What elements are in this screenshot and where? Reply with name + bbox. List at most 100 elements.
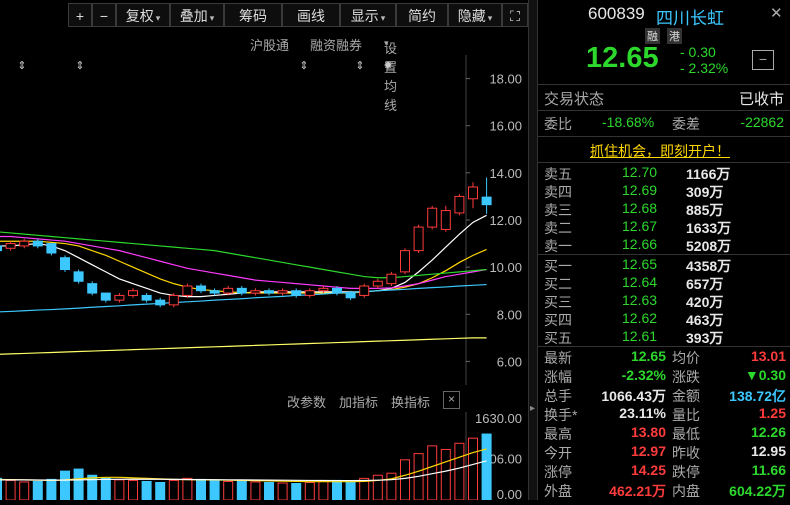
volume-bar (468, 437, 478, 501)
stats-row: 涨停 14.25 跌停 11.66 (538, 462, 790, 482)
close-icon[interactable]: × (443, 391, 460, 409)
price-change-pct: - 2.32% (680, 60, 729, 76)
minimize-button[interactable]: − (752, 50, 774, 70)
candle-body (223, 287, 234, 294)
stat-value: 13.01 (750, 348, 786, 364)
price-chart-svg: 18.00 16.00 14.00 12.00 10.00 8.00 6.00 ⇕ ⇕ ⇕ ⇕ ✸ (0, 55, 522, 385)
price-tick-label: 16.00 (489, 119, 522, 134)
weicha-value: -22862 (740, 114, 784, 130)
hugutong-link[interactable]: 沪股通 (250, 35, 289, 54)
orderbook-price: 12.68 (622, 200, 658, 216)
candle-body (400, 250, 410, 273)
jianyue-button[interactable]: 简约 (396, 3, 448, 27)
volume-bar (73, 468, 84, 501)
orderbook-row[interactable]: 买三 12.63 420万 (538, 292, 790, 312)
candle-body (141, 294, 152, 301)
zoom-in-button[interactable]: + (68, 3, 92, 27)
volume-chart[interactable]: 1630.00 806.00 0.00 (0, 411, 528, 502)
volume-bar (100, 477, 111, 501)
panel-divider[interactable] (528, 0, 538, 500)
quote-panel: 600839 四川长虹 ✕ 融 港 12.65 - 0.30 - 2.32% −… (538, 0, 790, 500)
ma-line-5 (0, 337, 487, 355)
candle-body (32, 240, 43, 247)
price-tick-label: 8.00 (497, 307, 522, 322)
orderbook-row[interactable]: 买五 12.61 393万 (538, 328, 790, 348)
divider (538, 162, 790, 163)
xianshi-label: 显示 (350, 8, 379, 24)
candle-body (46, 243, 57, 254)
stats-row: 涨幅 -2.32% 涨跌 ▼0.30 (538, 367, 790, 387)
stats-row: 最新 12.65 均价 13.01 (538, 348, 790, 368)
weicha-label: 委差 (672, 116, 700, 132)
stat-value: 138.72亿 (729, 388, 786, 404)
switch-indicator-button[interactable]: 换指标 (391, 392, 430, 411)
volume-bar (87, 474, 98, 501)
volume-bar (372, 474, 383, 501)
candle-body (236, 287, 247, 294)
volume-bar (386, 472, 397, 501)
volume-bar (46, 478, 57, 501)
candle-body (264, 290, 274, 294)
orderbook-row[interactable]: 卖一 12.66 5208万 (538, 236, 790, 256)
orderbook-row[interactable]: 买四 12.62 463万 (538, 310, 790, 330)
add-indicator-button[interactable]: 加指标 (339, 392, 378, 411)
candle-body (332, 287, 342, 294)
stat-value: 1.25 (758, 405, 786, 421)
stat-label: 涨跌 (672, 369, 700, 385)
orderbook-price: 12.63 (622, 292, 658, 308)
stat-value: 462.21万 (609, 483, 666, 499)
candle-body (318, 287, 329, 292)
volume-bar (454, 442, 465, 501)
volume-bar (182, 477, 193, 501)
fuquan-dropdown[interactable]: 复权 ▾ (116, 3, 170, 27)
orderbook-label: 卖二 (544, 220, 572, 236)
orderbook-row[interactable]: 卖四 12.69 309万 (538, 182, 790, 202)
candle-body (345, 292, 356, 299)
divider (538, 84, 790, 85)
yincang-dropdown[interactable]: 隐藏 ▾ (448, 3, 502, 27)
volume-bar (5, 479, 16, 501)
stat-label: 涨幅 (544, 369, 572, 385)
volume-bar (155, 481, 166, 501)
promo-banner[interactable]: 抓住机会，即刻开户！ (538, 141, 790, 161)
collapse-panel-icon[interactable]: ▸ (530, 403, 535, 414)
orderbook-row[interactable]: 买一 12.65 4358万 (538, 256, 790, 276)
stat-value: 11.66 (751, 462, 786, 478)
orderbook-volume: 1633万 (686, 220, 732, 236)
orderbook-row[interactable]: 买二 12.64 657万 (538, 274, 790, 294)
candle-body (168, 294, 179, 306)
huaxian-button[interactable]: 画线 (282, 3, 340, 27)
stat-value: 12.97 (630, 443, 666, 459)
stats-row: 换手* 23.11% 量比 1.25 (538, 405, 790, 425)
orderbook-label: 买三 (544, 294, 572, 310)
close-icon[interactable]: ✕ (770, 4, 783, 22)
candle-body (440, 210, 451, 230)
volume-bar (400, 459, 410, 501)
status-row: 交易状态 已收市 (538, 88, 790, 108)
xianshi-dropdown[interactable]: 显示 ▾ (340, 3, 396, 27)
open-account-link[interactable]: 抓住机会，即刻开户！ (590, 141, 730, 161)
fullscreen-icon[interactable]: ⛶ (502, 3, 528, 27)
rongzi-link[interactable]: 融资融券 (310, 35, 362, 54)
status-value: 已收市 (738, 91, 784, 108)
zoom-out-button[interactable]: − (92, 3, 116, 27)
diejia-dropdown[interactable]: 叠加 ▾ (170, 3, 224, 27)
orderbook-row[interactable]: 卖二 12.67 1633万 (538, 218, 790, 238)
orderbook-price: 12.62 (622, 310, 658, 326)
change-params-button[interactable]: 改参数 (287, 392, 326, 411)
stat-label: 量比 (672, 407, 700, 423)
candle-body (128, 290, 138, 296)
orderbook-label: 买二 (544, 276, 572, 292)
chevron-down-icon: ▾ (384, 38, 389, 48)
chouma-button[interactable]: 筹码 (224, 3, 282, 27)
stats-row: 总手 1066.43万 金额 138.72亿 (538, 386, 790, 406)
volume-bar (141, 480, 152, 501)
orderbook-row[interactable]: 卖五 12.70 1166万 (538, 164, 790, 184)
candle-body (19, 240, 30, 247)
stat-label: 最高 (544, 426, 572, 442)
volume-bar (60, 470, 70, 501)
candle-body (250, 290, 261, 294)
stat-label: 跌停 (672, 464, 700, 480)
orderbook-row[interactable]: 卖三 12.68 885万 (538, 200, 790, 220)
candlestick-chart[interactable]: 18.00 16.00 14.00 12.00 10.00 8.00 6.00 ⇕ ⇕ ⇕ ⇕ ✸ (0, 55, 528, 385)
